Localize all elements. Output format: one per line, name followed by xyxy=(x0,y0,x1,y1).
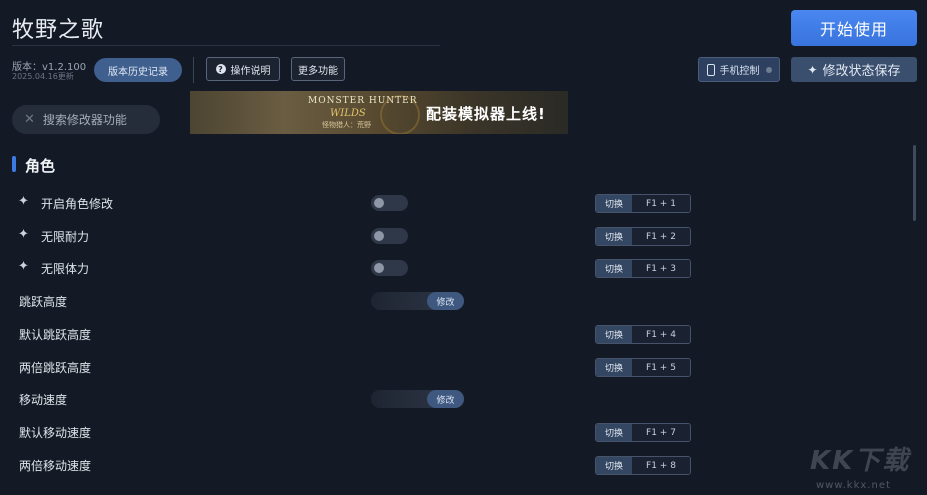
hotkey-control[interactable]: 切换 F1 + 2 xyxy=(595,227,691,246)
section-accent-bar xyxy=(12,156,16,172)
search-input[interactable]: ✕ 搜索修改器功能 xyxy=(12,105,160,134)
toggle-knob xyxy=(374,231,384,241)
feature-label: 无限耐力 xyxy=(41,230,90,244)
hotkey-field[interactable]: F1 + 7 xyxy=(632,424,690,441)
banner-logo-chinese: 怪物猎人：荒野 xyxy=(322,121,371,129)
phone-control-label: 手机控制 xyxy=(719,66,760,77)
banner-logo-subtitle: WILDS xyxy=(330,108,366,119)
hotkey-control[interactable]: 切换 F1 + 8 xyxy=(595,456,691,475)
version-history-button[interactable]: 版本历史记录 xyxy=(94,58,182,82)
sparkle-icon: ✦ xyxy=(807,62,818,77)
save-state-button[interactable]: ✦ 修改状态保存 xyxy=(791,57,917,82)
hotkey-control[interactable]: 切换 F1 + 4 xyxy=(595,325,691,344)
sparkle-icon: ✦ xyxy=(18,259,29,274)
hotkey-field[interactable]: F1 + 3 xyxy=(632,260,690,277)
toggle-knob xyxy=(374,198,384,208)
switch-button[interactable]: 切换 xyxy=(596,260,632,277)
sparkle-icon: ✦ xyxy=(18,194,29,209)
save-state-label: 修改状态保存 xyxy=(822,64,901,79)
hotkey-field[interactable]: F1 + 5 xyxy=(632,359,690,376)
feature-label: 两倍跳跃高度 xyxy=(19,361,92,375)
banner-promo-text: 配装模拟器上线! xyxy=(426,105,546,123)
search-placeholder: 搜索修改器功能 xyxy=(42,113,127,127)
clear-search-icon[interactable]: ✕ xyxy=(24,112,35,127)
switch-button[interactable]: 切换 xyxy=(596,424,632,441)
section-title: 角色 xyxy=(25,157,56,175)
feature-label: 移动速度 xyxy=(19,393,68,407)
title-divider xyxy=(12,45,440,46)
hotkey-field[interactable]: F1 + 4 xyxy=(632,326,690,343)
feature-toggle[interactable] xyxy=(371,260,408,276)
switch-button[interactable]: 切换 xyxy=(596,195,632,212)
hotkey-field[interactable]: F1 + 2 xyxy=(632,228,690,245)
phone-control-button[interactable]: 手机控制 xyxy=(698,57,780,82)
toggle-knob xyxy=(374,263,384,273)
watermark-url: www.kkx.net xyxy=(816,480,891,491)
promo-banner[interactable]: MONSTER HUNTER WILDS 怪物猎人：荒野 配装模拟器上线! xyxy=(190,91,568,134)
feature-label: 默认移动速度 xyxy=(19,426,92,440)
switch-button[interactable]: 切换 xyxy=(596,457,632,474)
help-button[interactable]: ? 操作说明 xyxy=(206,57,280,81)
help-button-label: 操作说明 xyxy=(230,65,271,77)
watermark: KK下载 www.kkx.net xyxy=(810,440,920,492)
hotkey-control[interactable]: 切换 F1 + 5 xyxy=(595,358,691,377)
hotkey-field[interactable]: F1 + 8 xyxy=(632,457,690,474)
modify-button[interactable]: 修改 xyxy=(427,390,464,408)
feature-label: 跳跃高度 xyxy=(19,295,68,309)
switch-button[interactable]: 切换 xyxy=(596,359,632,376)
value-slider[interactable]: 修改 xyxy=(371,390,464,408)
banner-logo-title: MONSTER HUNTER xyxy=(308,96,418,106)
switch-button[interactable]: 切换 xyxy=(596,326,632,343)
feature-label: 开启角色修改 xyxy=(41,197,114,211)
scrollbar-thumb[interactable] xyxy=(913,145,916,221)
hotkey-control[interactable]: 切换 F1 + 1 xyxy=(595,194,691,213)
update-date: 2025.04.16更新 xyxy=(12,72,74,81)
hotkey-control[interactable]: 切换 F1 + 7 xyxy=(595,423,691,442)
feature-toggle[interactable] xyxy=(371,228,408,244)
feature-toggle[interactable] xyxy=(371,195,408,211)
sparkle-icon: ✦ xyxy=(18,227,29,242)
app-title: 牧野之歌 xyxy=(12,18,105,43)
watermark-logo: KK下载 xyxy=(810,446,911,476)
hotkey-field[interactable]: F1 + 1 xyxy=(632,195,690,212)
modify-button[interactable]: 修改 xyxy=(427,292,464,310)
switch-button[interactable]: 切换 xyxy=(596,228,632,245)
start-button[interactable]: 开始使用 xyxy=(791,10,917,46)
feature-label: 默认跳跃高度 xyxy=(19,328,92,342)
feature-label: 两倍移动速度 xyxy=(19,459,92,473)
phone-icon xyxy=(706,63,715,76)
header-separator xyxy=(193,57,194,83)
more-features-button[interactable]: 更多功能 xyxy=(291,57,345,81)
value-slider[interactable]: 修改 xyxy=(371,292,464,310)
connection-status-icon xyxy=(765,66,772,73)
hotkey-control[interactable]: 切换 F1 + 3 xyxy=(595,259,691,278)
help-icon: ? xyxy=(215,64,226,74)
feature-label: 无限体力 xyxy=(41,262,90,276)
